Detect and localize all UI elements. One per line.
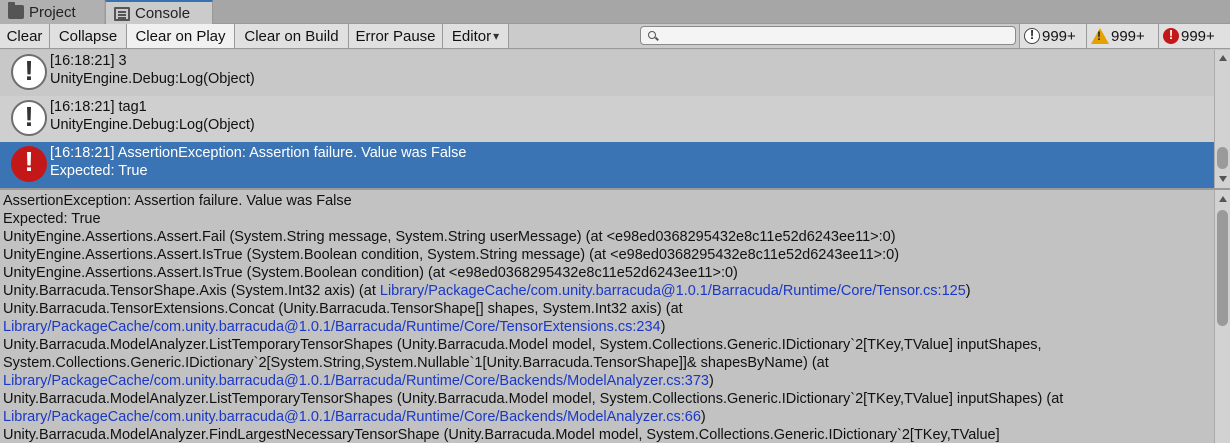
detail-line: Expected: True	[3, 211, 101, 227]
tab-console[interactable]: Console	[105, 0, 213, 25]
error-count: 999+	[1181, 27, 1215, 45]
detail-text: )	[965, 283, 971, 299]
detail-line: Unity.Barracuda.ModelAnalyzer.ListTempor…	[3, 391, 1064, 407]
log-stacktrace: UnityEngine.Debug:Log(Object)	[50, 117, 255, 133]
tab-console-label: Console	[135, 5, 191, 22]
detail-text: Unity.Barracuda.TensorShape.Axis (System…	[3, 283, 380, 299]
log-stacktrace: Expected: True	[50, 163, 148, 179]
source-link[interactable]: Library/PackageCache/com.unity.barracuda…	[3, 373, 709, 389]
log-message: [16:18:21] 3	[50, 53, 127, 69]
detail-line: System.Collections.Generic.IDictionary`2…	[3, 355, 829, 371]
scroll-down-icon[interactable]	[1219, 176, 1227, 182]
detail-line: Unity.Barracuda.ModelAnalyzer.ListTempor…	[3, 337, 1042, 353]
error-count-toggle[interactable]: 999+	[1158, 24, 1230, 48]
info-count-toggle[interactable]: 999+	[1019, 24, 1086, 48]
error-icon	[1163, 27, 1179, 44]
log-list: [16:18:21] 3 UnityEngine.Debug:Log(Objec…	[0, 50, 1214, 188]
console-icon	[114, 6, 130, 21]
log-stacktrace: UnityEngine.Debug:Log(Object)	[50, 71, 255, 87]
stacktrace-detail: AssertionException: Assertion failure. V…	[0, 190, 1214, 443]
detail-line: Unity.Barracuda.TensorShape.Axis (System…	[3, 283, 971, 299]
detail-line: Library/PackageCache/com.unity.barracuda…	[3, 409, 706, 425]
detail-line: Unity.Barracuda.TensorExtensions.Concat …	[3, 301, 683, 317]
tab-bar: Project Console	[0, 0, 1230, 25]
clear-on-play-toggle[interactable]: Clear on Play	[127, 24, 235, 48]
info-icon	[11, 100, 47, 136]
log-entry[interactable]: [16:18:21] tag1 UnityEngine.Debug:Log(Ob…	[0, 96, 1214, 142]
warning-count: 999+	[1111, 27, 1145, 45]
scroll-thumb[interactable]	[1217, 147, 1228, 169]
detail-line: Library/PackageCache/com.unity.barracuda…	[3, 319, 665, 335]
source-link[interactable]: Library/PackageCache/com.unity.barracuda…	[3, 409, 701, 425]
log-entry-selected[interactable]: [16:18:21] AssertionException: Assertion…	[0, 142, 1214, 188]
search-box[interactable]	[640, 26, 1016, 45]
detail-line: UnityEngine.Assertions.Assert.IsTrue (Sy…	[3, 247, 900, 263]
clear-on-build-toggle[interactable]: Clear on Build	[235, 24, 349, 48]
detail-line: Unity.Barracuda.ModelAnalyzer.FindLarges…	[3, 427, 1000, 443]
error-icon	[11, 146, 47, 182]
detail-text: )	[708, 373, 714, 389]
search-icon	[648, 31, 656, 39]
detail-scrollbar[interactable]	[1214, 190, 1230, 443]
folder-icon	[8, 2, 24, 19]
log-list-scrollbar[interactable]	[1214, 50, 1230, 188]
log-entry[interactable]: [16:18:21] 3 UnityEngine.Debug:Log(Objec…	[0, 50, 1214, 96]
detail-line: Library/PackageCache/com.unity.barracuda…	[3, 373, 714, 389]
detail-line: UnityEngine.Assertions.Assert.IsTrue (Sy…	[3, 265, 738, 281]
console-toolbar: Clear Collapse Clear on Play Clear on Bu…	[0, 24, 1230, 49]
detail-text: )	[660, 319, 666, 335]
info-icon	[11, 54, 47, 90]
chevron-down-icon: ▾	[493, 29, 500, 43]
error-pause-toggle[interactable]: Error Pause	[349, 24, 443, 48]
scroll-up-icon[interactable]	[1219, 196, 1227, 202]
scroll-up-icon[interactable]	[1219, 55, 1227, 61]
detail-line: UnityEngine.Assertions.Assert.Fail (Syst…	[3, 229, 896, 245]
warning-count-toggle[interactable]: 999+	[1086, 24, 1158, 48]
warning-icon	[1091, 28, 1109, 44]
tab-project-label: Project	[29, 3, 76, 21]
log-message: [16:18:21] tag1	[50, 99, 147, 115]
info-count: 999+	[1042, 27, 1076, 45]
editor-dropdown[interactable]: Editor ▾	[443, 24, 509, 48]
tab-project[interactable]: Project	[0, 0, 104, 24]
source-link[interactable]: Library/PackageCache/com.unity.barracuda…	[380, 283, 966, 299]
detail-text: )	[700, 409, 706, 425]
search-input[interactable]	[661, 28, 1011, 43]
editor-dropdown-label: Editor	[451, 27, 492, 45]
log-message: [16:18:21] AssertionException: Assertion…	[50, 145, 467, 161]
info-icon	[1024, 27, 1040, 44]
collapse-button[interactable]: Collapse	[50, 24, 127, 48]
scroll-thumb[interactable]	[1217, 210, 1228, 326]
source-link[interactable]: Library/PackageCache/com.unity.barracuda…	[3, 319, 661, 335]
detail-line: AssertionException: Assertion failure. V…	[3, 193, 352, 209]
clear-button[interactable]: Clear	[0, 24, 50, 48]
